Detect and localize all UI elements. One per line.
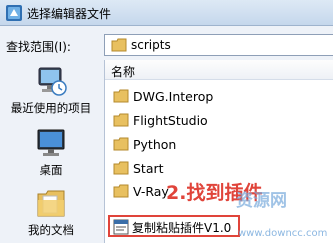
list-item[interactable]: DWG.Interop [113,87,333,107]
place-recent-items[interactable]: 最近使用的项目 [0,62,102,120]
list-item[interactable]: Python [113,135,333,155]
recent-items-icon [38,67,67,96]
folder-icon [113,161,129,175]
column-name-label: 名称 [111,65,136,79]
folder-icon [111,38,127,52]
place-my-documents[interactable]: 我的文档 [0,184,102,242]
file-list: 名称 DWG.Interop FlightStudio Python Start… [104,60,333,243]
place-desktop[interactable]: 桌面 [0,124,102,182]
title-bar: 选择编辑器文件 [0,0,333,26]
documents-icon [37,190,65,217]
column-header-name[interactable]: 名称 [105,60,333,80]
item-name: 复制粘贴插件V1.0 [132,221,232,235]
watermark-text: 资源网 [236,191,287,211]
place-label: 最近使用的项目 [10,101,92,115]
place-label: 我的文档 [28,223,74,237]
item-name: V-Ray [133,184,169,199]
place-label: 桌面 [39,163,63,177]
look-in-dropdown[interactable]: scripts [104,34,333,56]
look-in-label: 查找范围(I): [6,40,71,54]
script-file-icon [113,219,129,235]
app-icon [6,5,22,21]
folder-icon [113,113,129,127]
list-item[interactable]: Start [113,159,333,179]
window-title: 选择编辑器文件 [27,7,112,21]
list-item-plugin-file[interactable]: 复制粘贴插件V1.0 [108,215,240,237]
item-name: DWG.Interop [133,89,214,104]
watermark-url: www.downcc.com [238,228,328,239]
folder-icon [113,137,129,151]
item-name: Python [133,137,177,152]
list-item[interactable]: FlightStudio [113,111,333,131]
folder-icon [113,89,129,103]
places-bar: 最近使用的项目 桌面 我的文档 [0,56,102,243]
folder-icon [113,184,129,198]
desktop-icon [37,129,65,156]
item-name: Start [133,161,164,176]
item-name: FlightStudio [133,113,208,128]
look-in-value: scripts [131,38,171,52]
